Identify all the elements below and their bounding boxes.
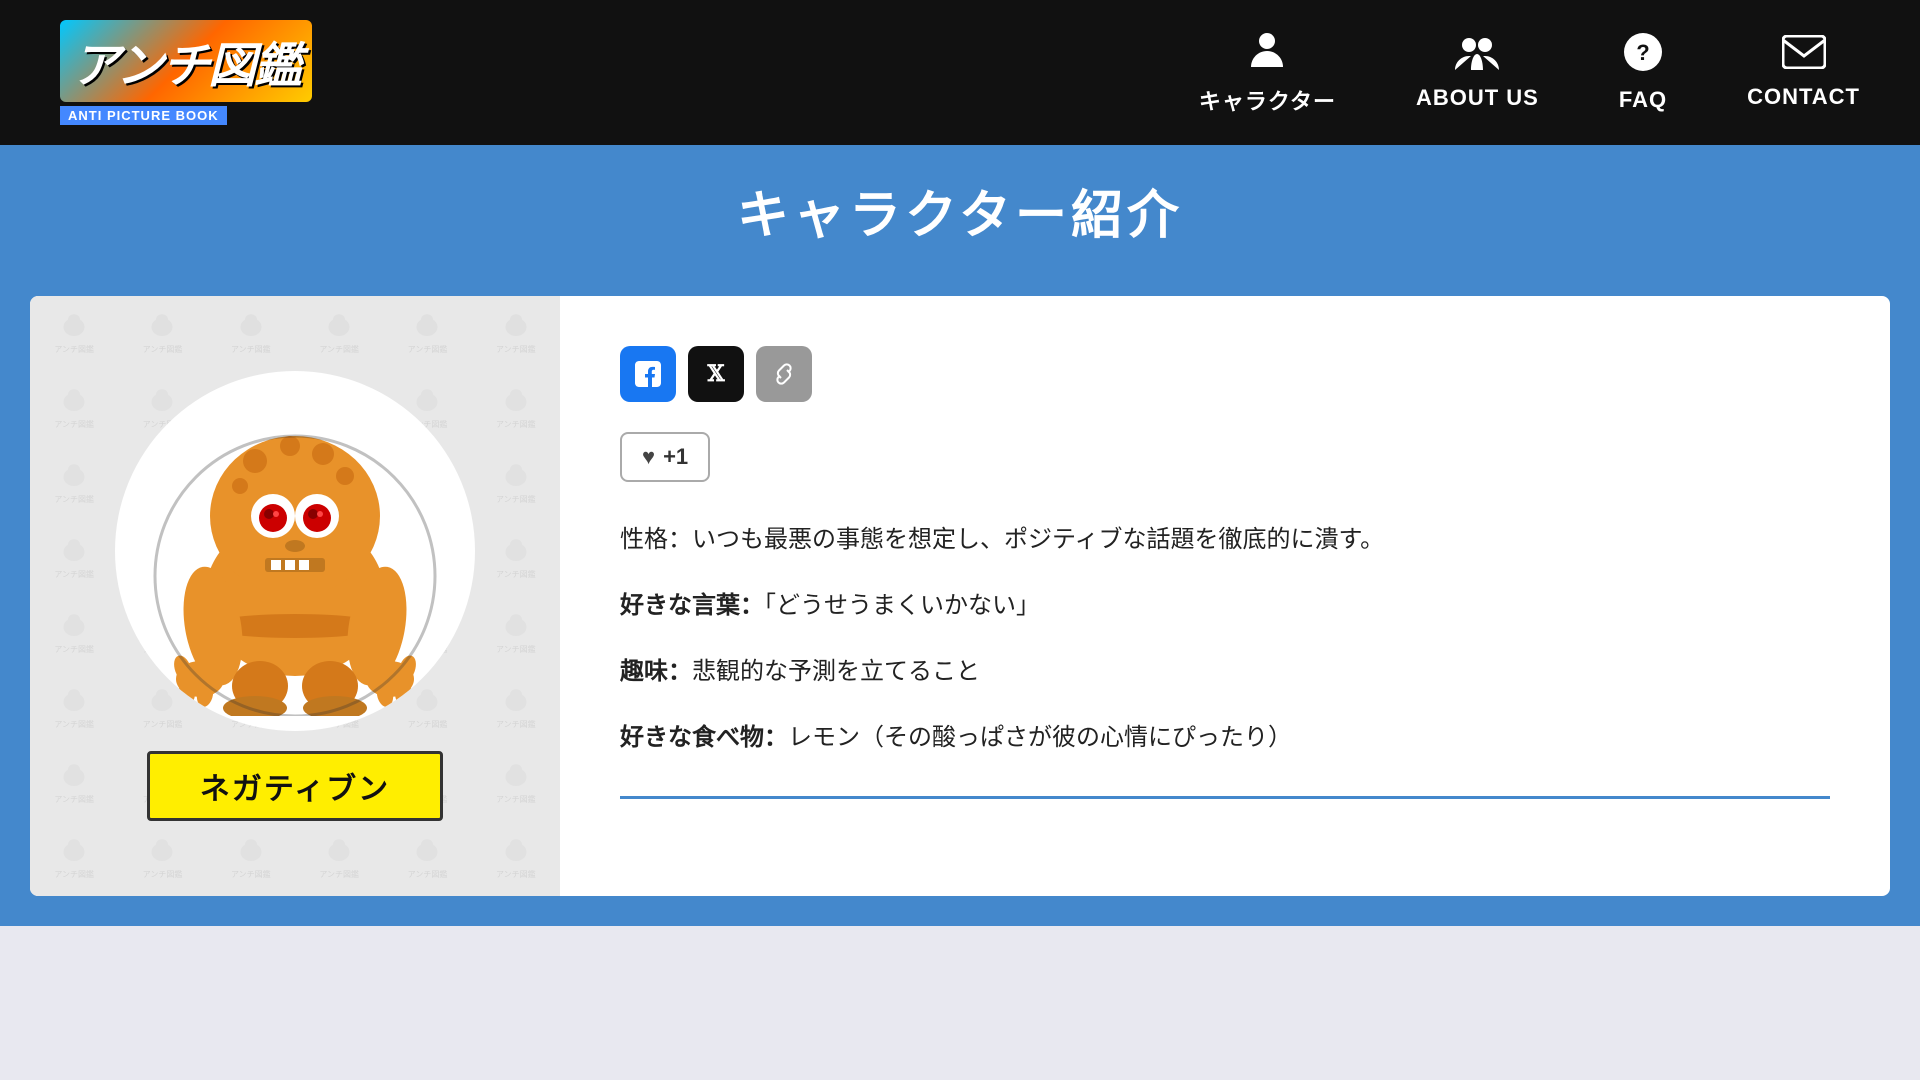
watermark-item: アンチ図鑑: [472, 671, 560, 746]
contact-icon: [1782, 35, 1826, 78]
watermark-item: アンチ図鑑: [118, 821, 206, 896]
character-name: ネガティブン: [200, 773, 390, 806]
watermark-item: アンチ図鑑: [295, 296, 383, 371]
nav-contact[interactable]: CONTACT: [1747, 35, 1860, 110]
watermark-item: アンチ図鑑: [30, 521, 118, 596]
favorite-word-row: 好きな言葉：「どうせうまくいかない」: [620, 588, 1830, 624]
watermark-item: アンチ図鑑: [472, 521, 560, 596]
watermark-item: アンチ図鑑: [383, 821, 471, 896]
character-name-badge: ネガティブン: [147, 751, 443, 821]
info-divider: [620, 796, 1830, 799]
heart-icon: ♥: [642, 444, 655, 470]
social-buttons: 𝕏: [620, 346, 1830, 402]
facebook-icon: [635, 361, 661, 387]
hobby-row: 趣味：悲観的な予測を立てること: [620, 654, 1830, 690]
watermark-item: アンチ図鑑: [30, 446, 118, 521]
site-header: アンチ図鑑 ANTI PICTURE BOOK キャラクター ABOUT US: [0, 0, 1920, 145]
watermark-item: アンチ図鑑: [472, 746, 560, 821]
watermark-item: アンチ図鑑: [472, 596, 560, 671]
watermark-item: アンチ図鑑: [472, 296, 560, 371]
facebook-share-button[interactable]: [620, 346, 676, 402]
character-circle: [115, 371, 475, 731]
about-us-icon: [1455, 34, 1499, 79]
character-illustration: [145, 386, 445, 716]
watermark-item: アンチ図鑑: [472, 446, 560, 521]
character-right-panel: 𝕏 ♥ +1 性格：いつも最悪の事態を想定し、ポジティブな話題を徹底的に潰す。: [560, 296, 1890, 896]
content-card: // will be populated inline アンチ図鑑 アンチ図鑑 …: [30, 296, 1890, 896]
logo-box[interactable]: アンチ図鑑: [60, 20, 312, 102]
link-icon: [771, 361, 797, 387]
main-content: // will be populated inline アンチ図鑑 アンチ図鑑 …: [0, 276, 1920, 926]
copy-link-button[interactable]: [756, 346, 812, 402]
nav-faq[interactable]: ? FAQ: [1619, 32, 1667, 113]
like-count: +1: [663, 444, 688, 470]
watermark-item: アンチ図鑑: [383, 296, 471, 371]
nav-contact-label: CONTACT: [1747, 84, 1860, 110]
logo-subtitle: ANTI PICTURE BOOK: [60, 106, 227, 125]
watermark-item: アンチ図鑑: [207, 296, 295, 371]
nav-faq-label: FAQ: [1619, 87, 1667, 113]
watermark-item: アンチ図鑑: [30, 821, 118, 896]
personality-row: 性格：いつも最悪の事態を想定し、ポジティブな話題を徹底的に潰す。: [620, 522, 1830, 558]
watermark-item: アンチ図鑑: [472, 821, 560, 896]
page-title: キャラクター紹介: [0, 173, 1920, 248]
characters-icon: [1247, 29, 1287, 78]
faq-icon: ?: [1623, 32, 1663, 81]
watermark-item: アンチ図鑑: [30, 371, 118, 446]
like-button[interactable]: ♥ +1: [620, 432, 710, 482]
nav-about-us-label: ABOUT US: [1416, 85, 1539, 111]
watermark-item: アンチ図鑑: [207, 821, 295, 896]
watermark-item: アンチ図鑑: [472, 371, 560, 446]
watermark-item: アンチ図鑑: [30, 596, 118, 671]
character-info: 性格：いつも最悪の事態を想定し、ポジティブな話題を徹底的に潰す。 好きな言葉：「…: [620, 522, 1830, 799]
watermark-item: アンチ図鑑: [30, 746, 118, 821]
favorite-food-row: 好きな食べ物：レモン（その酸っぱさが彼の心情にぴったり）: [620, 720, 1830, 756]
nav-characters-label: キャラクター: [1199, 84, 1336, 116]
watermark-item: アンチ図鑑: [30, 296, 118, 371]
character-left-panel: // will be populated inline アンチ図鑑 アンチ図鑑 …: [30, 296, 560, 896]
main-nav: キャラクター ABOUT US ? FAQ: [1199, 29, 1860, 116]
page-banner: キャラクター紹介: [0, 145, 1920, 276]
twitter-share-button[interactable]: 𝕏: [688, 346, 744, 402]
twitter-icon: 𝕏: [707, 361, 724, 387]
svg-text:?: ?: [1636, 40, 1649, 65]
nav-characters[interactable]: キャラクター: [1199, 29, 1336, 116]
watermark-item: アンチ図鑑: [30, 671, 118, 746]
logo-area: アンチ図鑑 ANTI PICTURE BOOK: [60, 20, 312, 125]
watermark-item: アンチ図鑑: [118, 296, 206, 371]
watermark-item: アンチ図鑑: [295, 821, 383, 896]
nav-about-us[interactable]: ABOUT US: [1416, 34, 1539, 111]
logo-text: アンチ図鑑: [72, 26, 300, 96]
